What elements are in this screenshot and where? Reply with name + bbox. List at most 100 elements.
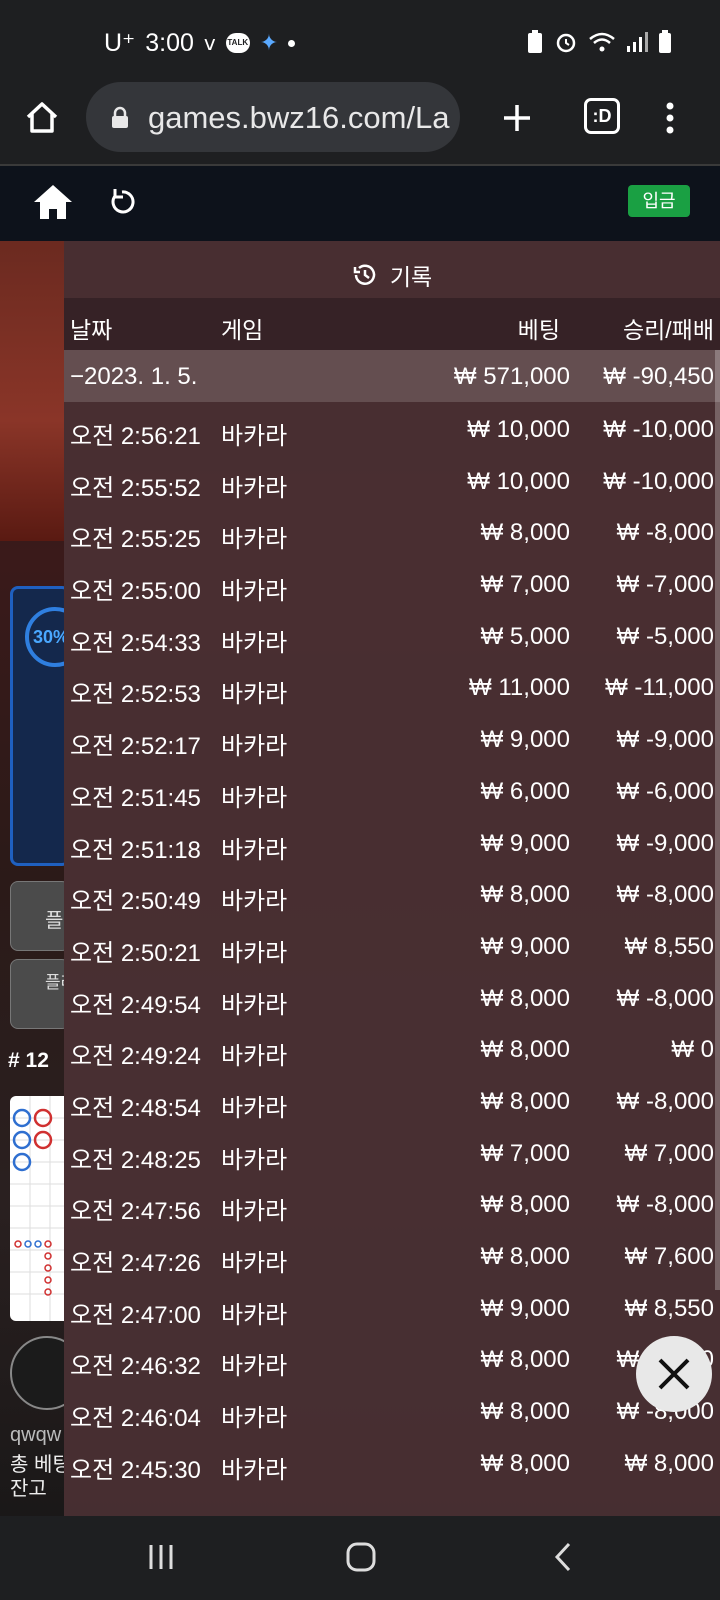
row-game: 바카라 [221, 1146, 288, 1174]
row-winloss: ₩ -8,000 [616, 1087, 714, 1115]
row-game: 바카라 [221, 1301, 288, 1329]
refresh-icon [111, 189, 135, 214]
history-scrollbar[interactable] [715, 350, 720, 1290]
new-tab-button[interactable] [495, 96, 539, 140]
summary-date: −2023. 1. 5. [70, 363, 198, 390]
history-row: 오전 2:50:49 바카라 ₩ 8,000 ₩ -8,000 [64, 867, 720, 919]
talk-notification-icon: TALK [225, 33, 250, 53]
row-game: 바카라 [221, 1094, 288, 1122]
recent-apps-icon [149, 1545, 173, 1569]
row-bet: ₩ 9,000 [480, 829, 570, 857]
tab-switcher-button[interactable]: :D [584, 98, 620, 134]
chat-avatar-icon[interactable] [10, 1336, 64, 1410]
side-bet-label-1: 플 [45, 910, 64, 932]
row-game: 바카라 [221, 474, 288, 502]
side-bet-button-1[interactable]: 플 [10, 881, 64, 951]
row-winloss: ₩ 7,000 [624, 1139, 714, 1167]
row-game: 바카라 [221, 526, 288, 554]
row-winloss: ₩ -6,000 [616, 777, 714, 805]
dealer-table-image [0, 241, 64, 541]
browser-toolbar: games.bwz16.com/La :D [0, 82, 720, 166]
row-bet: ₩ 8,000 [480, 881, 570, 909]
row-bet: ₩ 10,000 [467, 416, 570, 443]
history-row: 오전 2:49:54 바카라 ₩ 8,000 ₩ -8,000 [64, 971, 720, 1023]
row-time: 오전 2:51:45 [70, 784, 201, 812]
history-row: 오전 2:46:32바카라₩ 8,000₩ -8,000 [64, 1332, 720, 1384]
battery-icon [659, 30, 671, 53]
summary-bet: ₩ 571,000 [453, 363, 570, 390]
row-winloss: ₩ -5,000 [616, 622, 714, 650]
address-bar[interactable]: games.bwz16.com/La [86, 82, 460, 152]
carrier-label: U⁺ [104, 29, 136, 57]
browser-home-button[interactable] [20, 96, 64, 140]
row-time: 오전 2:55:00 [70, 578, 201, 606]
row-bet: ₩ 8,000 [480, 1243, 570, 1270]
column-date: 날짜 [70, 317, 113, 343]
row-bet: ₩ 8,000 [480, 1398, 570, 1426]
column-bet: 베팅 [517, 317, 560, 343]
home-nav-button[interactable] [338, 1534, 384, 1580]
home-icon [34, 185, 72, 219]
row-bet: ₩ 7,000 [480, 1139, 570, 1167]
browser-menu-button[interactable] [650, 96, 690, 140]
row-winloss: ₩ -8,000 [616, 1191, 714, 1219]
sparkle-notification-icon: ✦ [259, 30, 279, 55]
history-row: 오전 2:45:30 바카라 ₩ 8,000 ₩ 8,000 [64, 1436, 720, 1488]
history-title-text: 기록 [389, 264, 433, 290]
row-time: 오전 2:51:18 [70, 836, 201, 864]
more-notifications-icon [288, 39, 296, 47]
row-game: 바카라 [221, 1250, 288, 1277]
row-bet: ₩ 5,000 [480, 622, 570, 650]
row-time: 오전 2:45:30 [70, 1456, 201, 1484]
history-row: 오전 2:50:21 바카라 ₩ 9,000 ₩ 8,550 [64, 919, 720, 971]
battery-saver-icon [528, 30, 542, 53]
row-winloss: ₩ -8,000 [616, 984, 714, 1012]
row-game: 바카라 [221, 939, 288, 967]
row-game: 바카라 [221, 991, 288, 1019]
app-header: 입금 [0, 166, 720, 241]
row-time: 오전 2:52:17 [70, 733, 201, 761]
round-number: # 12 [8, 1049, 49, 1072]
history-row: 오전 2:54:33 바카라 ₩ 5,000 ₩ -5,000 [64, 609, 720, 661]
row-game: 바카라 [221, 681, 288, 709]
row-game: 바카라 [221, 1353, 288, 1381]
close-history-button[interactable] [636, 1336, 712, 1412]
row-winloss: ₩ 8,550 [624, 932, 714, 960]
url-text: games.bwz16.com/La [148, 100, 450, 135]
back-button[interactable] [540, 1534, 586, 1580]
row-bet: ₩ 8,000 [480, 1449, 570, 1477]
history-row: 오전 2:47:00 바카라 ₩ 9,000 ₩ 8,550 [64, 1281, 720, 1333]
row-time: 오전 2:47:00 [70, 1301, 201, 1329]
row-winloss: ₩ -9,000 [616, 829, 714, 857]
road-map-icon [10, 1096, 64, 1321]
row-bet: ₩ 8,000 [480, 1036, 570, 1064]
reload-button[interactable] [102, 182, 142, 222]
lock-icon [112, 106, 128, 128]
history-row: 오전 2:55:00 바카라 ₩ 7,000 ₩ -7,000 [64, 557, 720, 609]
deposit-button[interactable]: 입금 [628, 185, 690, 217]
history-row: 오전 2:52:53 바카라 ₩ 11,000 ₩ -11,000 [64, 660, 720, 712]
date-summary-row[interactable]: −2023. 1. 5. ₩ 571,000 ₩ -90,450 [64, 350, 720, 402]
row-game: 바카라 [221, 1405, 288, 1433]
lobby-home-button[interactable] [30, 180, 76, 224]
history-row: 오전 2:51:45 바카라 ₩ 6,000 ₩ -6,000 [64, 764, 720, 816]
bead-road [10, 1096, 64, 1321]
row-game: 바카라 [221, 733, 288, 761]
row-bet: ₩ 11,000 [469, 674, 570, 702]
row-winloss: ₩ -8,000 [616, 881, 714, 909]
row-bet: ₩ 8,000 [480, 519, 570, 547]
row-game: 바카라 [221, 1198, 288, 1226]
player-pair-button[interactable]: 플레이어 페어 [10, 959, 64, 1029]
betting-spot-player[interactable]: 30% [10, 586, 64, 866]
tab-count-label: :D [592, 105, 612, 126]
player-pair-label: 플레이어 페어 [45, 973, 64, 992]
history-row: 오전 2:47:26 바카라 ₩ 8,000 ₩ 7,600 [64, 1229, 720, 1281]
recent-apps-button[interactable] [138, 1534, 184, 1580]
history-row: 오전 2:48:54 바카라 ₩ 8,000 ₩ -8,000 [64, 1074, 720, 1126]
row-winloss: ₩ 8,550 [624, 1294, 714, 1322]
row-time: 오전 2:50:49 [70, 888, 201, 916]
row-game: 바카라 [221, 888, 288, 916]
row-winloss: ₩ -10,000 [603, 467, 714, 495]
row-winloss: ₩ -11,000 [605, 674, 714, 702]
row-time: 오전 2:56:21 [70, 423, 201, 450]
